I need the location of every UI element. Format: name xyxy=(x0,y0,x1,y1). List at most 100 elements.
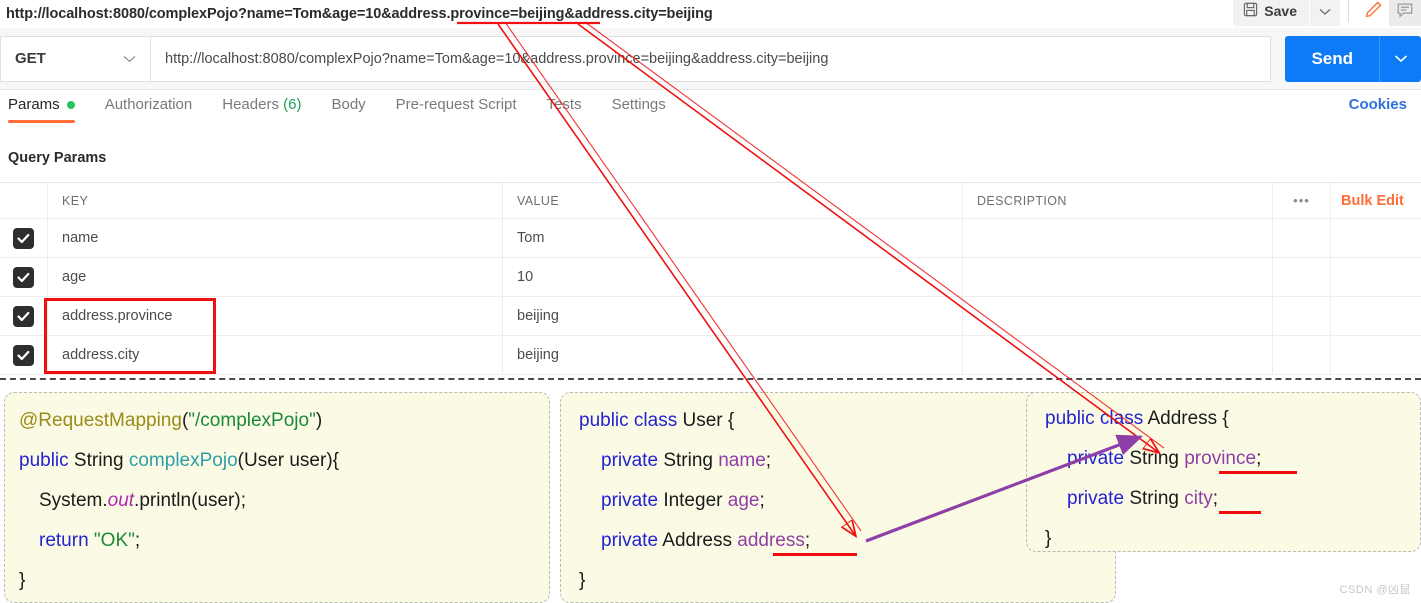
query-params-title: Query Params xyxy=(8,150,107,166)
header-more-options[interactable]: ••• xyxy=(1273,183,1331,218)
pencil-icon xyxy=(1364,0,1383,22)
request-bar: GET http://localhost:8080/complexPojo?na… xyxy=(0,28,1421,90)
row-description[interactable] xyxy=(963,336,1273,374)
row-spacer xyxy=(1273,258,1331,296)
cookies-link[interactable]: Cookies xyxy=(1349,96,1407,113)
code-line: private String city; xyxy=(1067,488,1219,509)
row-end-spacer xyxy=(1331,219,1421,257)
row-value[interactable]: Tom xyxy=(503,219,963,257)
save-button[interactable]: Save xyxy=(1233,0,1309,26)
chevron-down-icon xyxy=(1319,4,1331,19)
code-line: private Integer age; xyxy=(601,490,765,511)
comments-button[interactable] xyxy=(1389,0,1421,26)
row-value[interactable]: beijing xyxy=(503,297,963,335)
header-checkbox-cell xyxy=(0,183,48,218)
controller-code-panel: @RequestMapping("/complexPojo") public S… xyxy=(4,392,550,603)
code-line: System.out.println(user); xyxy=(39,490,246,511)
tab-params-label: Params xyxy=(8,96,60,113)
chevron-down-icon xyxy=(1394,51,1408,66)
tab-authorization-label: Authorization xyxy=(104,96,193,113)
edit-button[interactable] xyxy=(1357,0,1389,26)
tab-body[interactable]: Body xyxy=(331,90,365,123)
save-button-label: Save xyxy=(1264,3,1297,19)
save-options-button[interactable] xyxy=(1310,0,1340,26)
row-checkbox[interactable] xyxy=(13,305,34,327)
row-value[interactable]: beijing xyxy=(503,336,963,374)
toolbar-divider xyxy=(1348,0,1349,22)
request-url-input[interactable]: http://localhost:8080/complexPojo?name=T… xyxy=(150,35,1272,82)
more-options-icon: ••• xyxy=(1293,193,1310,208)
chevron-down-icon xyxy=(123,50,136,67)
tab-params[interactable]: Params xyxy=(8,90,75,123)
row-checkbox-cell xyxy=(0,336,48,374)
code-line: } xyxy=(579,570,586,591)
province-field-underline xyxy=(1219,471,1297,474)
floppy-disk-icon xyxy=(1243,2,1258,20)
row-end-spacer xyxy=(1331,297,1421,335)
header-value: VALUE xyxy=(503,183,963,218)
row-description[interactable] xyxy=(963,297,1273,335)
row-checkbox-cell xyxy=(0,219,48,257)
code-line: } xyxy=(1045,528,1052,549)
highlight-box-address-keys xyxy=(44,298,216,374)
tab-pre-request-script[interactable]: Pre-request Script xyxy=(396,90,517,123)
address-class-code-panel: public class Address { private String pr… xyxy=(1026,392,1421,552)
code-line: private Address address; xyxy=(601,530,811,551)
row-checkbox-cell xyxy=(0,297,48,335)
request-tabs: Params Authorization Headers (6) Body Pr… xyxy=(0,90,1421,126)
row-description[interactable] xyxy=(963,258,1273,296)
code-line: private String province; xyxy=(1067,448,1262,469)
row-key[interactable]: name xyxy=(48,219,503,257)
tab-headers-count: (6) xyxy=(283,96,302,113)
row-checkbox[interactable] xyxy=(13,344,34,366)
code-line: } xyxy=(19,570,26,591)
row-spacer xyxy=(1273,297,1331,335)
header-key: KEY xyxy=(48,183,503,218)
bulk-edit-button[interactable]: Bulk Edit xyxy=(1341,193,1404,209)
app-root: http://localhost:8080/complexPojo?name=T… xyxy=(0,0,1421,603)
tab-tests-label: Tests xyxy=(546,96,582,113)
code-line: public class Address { xyxy=(1045,408,1229,429)
send-button-group: Send xyxy=(1285,35,1421,82)
code-line: @RequestMapping("/complexPojo") xyxy=(19,410,323,431)
table-row: age 10 xyxy=(0,258,1421,297)
row-checkbox[interactable] xyxy=(13,266,34,288)
row-spacer xyxy=(1273,219,1331,257)
row-value[interactable]: 10 xyxy=(503,258,963,296)
bulk-edit-cell: Bulk Edit xyxy=(1331,183,1421,218)
window-top-bar: http://localhost:8080/complexPojo?name=T… xyxy=(0,0,1421,28)
city-field-underline xyxy=(1219,511,1261,514)
top-bar-actions: Save xyxy=(1233,0,1421,28)
table-header-row: KEY VALUE DESCRIPTION ••• Bulk Edit xyxy=(0,183,1421,219)
send-options-button[interactable] xyxy=(1379,35,1421,82)
tab-authorization[interactable]: Authorization xyxy=(105,90,193,123)
tab-settings-label: Settings xyxy=(611,96,666,113)
tab-settings[interactable]: Settings xyxy=(612,90,666,123)
params-modified-dot xyxy=(66,101,75,110)
http-method-value: GET xyxy=(15,50,46,67)
save-button-group: Save xyxy=(1233,0,1340,26)
row-description[interactable] xyxy=(963,219,1273,257)
header-description: DESCRIPTION xyxy=(963,183,1273,218)
watermark: CSDN @凶鼠 xyxy=(1339,584,1411,596)
row-end-spacer xyxy=(1331,336,1421,374)
code-line: public String complexPojo(User user){ xyxy=(19,450,339,471)
page-title-url: http://localhost:8080/complexPojo?name=T… xyxy=(6,6,713,22)
http-method-select[interactable]: GET xyxy=(0,35,150,82)
tab-pre-request-script-label: Pre-request Script xyxy=(395,96,517,113)
section-divider xyxy=(0,378,1421,380)
table-row: name Tom xyxy=(0,219,1421,258)
comment-icon xyxy=(1396,1,1414,22)
code-line: public class User { xyxy=(579,410,735,431)
tab-tests[interactable]: Tests xyxy=(547,90,582,123)
code-line: private String name; xyxy=(601,450,772,471)
row-key[interactable]: age xyxy=(48,258,503,296)
row-checkbox[interactable] xyxy=(13,227,34,249)
send-button[interactable]: Send xyxy=(1285,35,1379,82)
tab-headers[interactable]: Headers (6) xyxy=(222,90,301,123)
tab-body-label: Body xyxy=(331,96,366,113)
row-spacer xyxy=(1273,336,1331,374)
row-checkbox-cell xyxy=(0,258,48,296)
code-line: return "OK"; xyxy=(39,530,141,551)
address-field-underline xyxy=(773,553,857,556)
